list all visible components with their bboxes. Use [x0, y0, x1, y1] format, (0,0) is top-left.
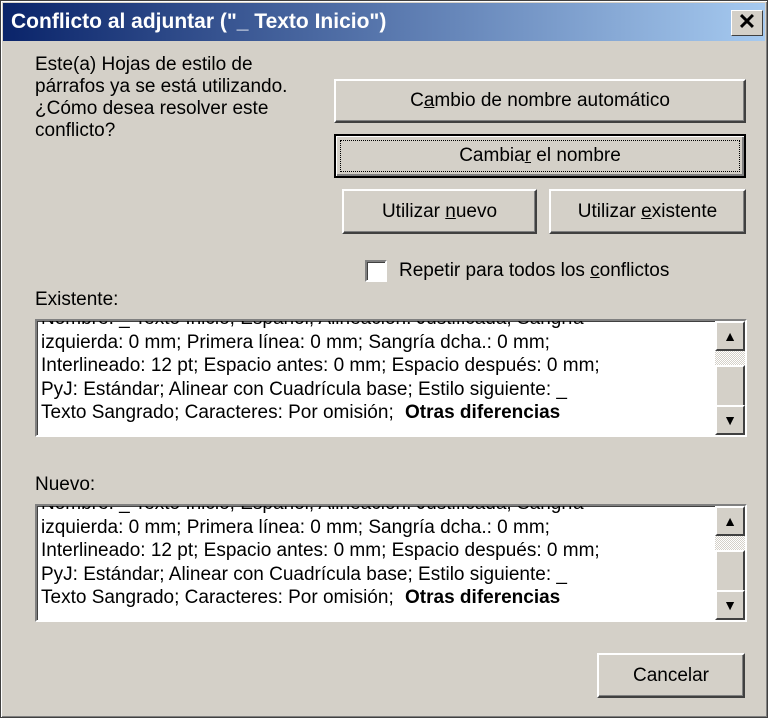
repeat-checkbox-label[interactable]: Repetir para todos los conflictos — [399, 260, 669, 282]
new-scrollbar[interactable]: ▲ ▼ — [715, 506, 745, 620]
message-line: párrafos ya se está utilizando. — [35, 76, 288, 97]
message-line: ¿Cómo desea resolver este — [35, 98, 269, 119]
title-bar[interactable]: Conflicto al adjuntar ("_ Texto Inicio")… — [3, 3, 765, 41]
message-line: Este(a) Hojas de estilo de — [35, 54, 253, 75]
scroll-up-button[interactable]: ▲ — [715, 321, 745, 351]
close-icon: ✕ — [737, 9, 757, 34]
text-line: Interlineado: 12 pt; Espacio antes: 0 mm… — [41, 540, 600, 561]
auto-rename-label: Cambio de nombre automático — [410, 90, 670, 111]
auto-rename-button[interactable]: Cambio de nombre automático — [334, 79, 746, 123]
existing-label: Existente: — [35, 289, 119, 310]
use-existing-button[interactable]: Utilizar existente — [549, 189, 746, 234]
dialog-title: Conflicto al adjuntar ("_ Texto Inicio") — [11, 10, 387, 33]
close-button[interactable]: ✕ — [731, 10, 763, 36]
repeat-checkbox[interactable] — [365, 260, 387, 282]
use-new-label: Utilizar nuevo — [381, 200, 498, 222]
text-line: Texto Sangrado; Caracteres: Por omisión;… — [41, 402, 561, 423]
text-line: PyJ: Estándar; Alinear con Cuadrícula ba… — [41, 563, 567, 585]
conflict-dialog: Conflicto al adjuntar ("_ Texto Inicio")… — [0, 0, 768, 718]
scroll-down-icon: ▼ — [723, 597, 737, 613]
scroll-down-button[interactable]: ▼ — [715, 590, 745, 620]
other-differences: Otras diferencias — [405, 587, 561, 608]
scroll-down-button[interactable]: ▼ — [715, 405, 745, 435]
text-line: Texto Sangrado; Caracteres: Por omisión;… — [41, 587, 561, 608]
rename-button[interactable]: Cambiar el nombre — [334, 134, 746, 178]
conflict-message: Este(a) Hojas de estilo de párrafos ya s… — [35, 54, 335, 142]
text-line: Nombre: _ Texto Inicio; Español; Alineac… — [41, 506, 707, 516]
scroll-thumb[interactable] — [715, 365, 745, 407]
existing-style-text: Nombre: _ Texto Inicio; Español; Alineac… — [41, 321, 707, 425]
new-style-textbox[interactable]: Nombre: _ Texto Inicio; Español; Alineac… — [35, 504, 747, 622]
text-line: PyJ: Estándar; Alinear con Cuadrícula ba… — [41, 378, 567, 400]
text-line: izquierda: 0 mm; Primera línea: 0 mm; Sa… — [41, 331, 550, 353]
cancel-button[interactable]: Cancelar — [597, 653, 745, 698]
new-style-text: Nombre: _ Texto Inicio; Español; Alineac… — [41, 506, 707, 610]
existing-scrollbar[interactable]: ▲ ▼ — [715, 321, 745, 435]
text-line: Interlineado: 12 pt; Espacio antes: 0 mm… — [41, 355, 600, 376]
text-line: Nombre: _ Texto Inicio; Español; Alineac… — [41, 321, 707, 331]
new-label: Nuevo: — [35, 474, 96, 495]
use-new-button[interactable]: Utilizar nuevo — [342, 189, 537, 234]
scroll-up-button[interactable]: ▲ — [715, 506, 745, 536]
scroll-down-icon: ▼ — [723, 412, 737, 428]
other-differences: Otras diferencias — [405, 402, 561, 423]
focus-rectangle — [340, 140, 740, 172]
existing-style-textbox[interactable]: Nombre: _ Texto Inicio; Español; Alineac… — [35, 319, 747, 437]
scroll-up-icon: ▲ — [723, 328, 737, 344]
text-line: izquierda: 0 mm; Primera línea: 0 mm; Sa… — [41, 516, 550, 538]
scroll-up-icon: ▲ — [723, 513, 737, 529]
scroll-thumb[interactable] — [715, 550, 745, 592]
use-existing-label: Utilizar existente — [577, 200, 718, 222]
message-line: conflicto? — [35, 120, 116, 141]
